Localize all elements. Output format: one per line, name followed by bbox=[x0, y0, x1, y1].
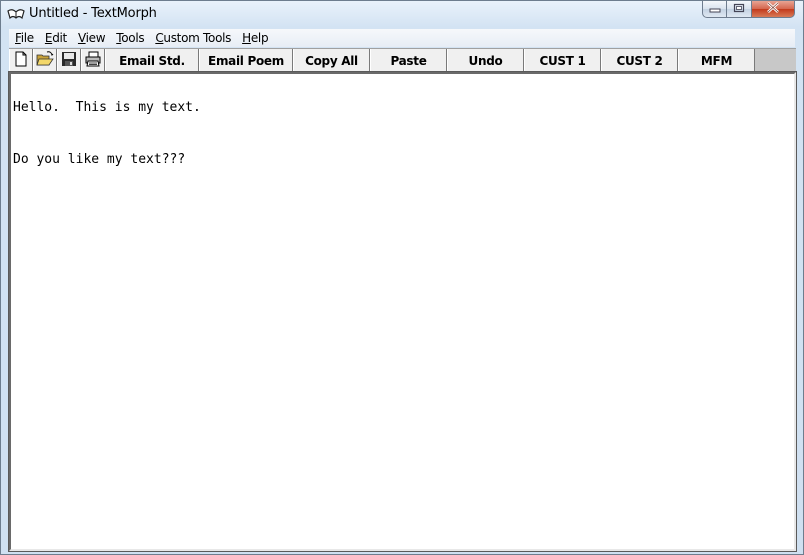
email-std-button[interactable]: Email Std. bbox=[105, 49, 199, 73]
maximize-icon bbox=[733, 0, 745, 18]
print-icon bbox=[84, 51, 102, 72]
menu-custom-tools-label: ustom Tools bbox=[163, 31, 232, 45]
paste-button[interactable]: Paste bbox=[370, 49, 447, 73]
undo-button[interactable]: Undo bbox=[447, 49, 524, 73]
print-button[interactable] bbox=[81, 49, 105, 73]
close-icon bbox=[766, 0, 780, 18]
book-icon bbox=[7, 7, 25, 21]
copy-all-button[interactable]: Copy All bbox=[293, 49, 370, 73]
menu-bar: File Edit View Tools Custom Tools Help bbox=[9, 29, 795, 47]
menu-help-accel: H bbox=[242, 31, 251, 45]
maximize-button[interactable] bbox=[727, 1, 752, 18]
toolbar: Email Std. Email Poem Copy All Paste Und… bbox=[9, 48, 796, 73]
new-file-button[interactable] bbox=[9, 49, 33, 73]
app-window: Untitled - TextMorph File Edit View Tool… bbox=[0, 0, 804, 555]
menu-file-label: ile bbox=[20, 31, 34, 45]
close-button[interactable] bbox=[752, 1, 795, 18]
menu-file[interactable]: File bbox=[9, 31, 39, 45]
open-folder-icon bbox=[36, 50, 54, 72]
open-file-button[interactable] bbox=[33, 49, 57, 73]
mfm-button[interactable]: MFM bbox=[678, 49, 755, 73]
menu-tools[interactable]: Tools bbox=[110, 31, 149, 45]
email-poem-button[interactable]: Email Poem bbox=[199, 49, 293, 73]
window-title: Untitled - TextMorph bbox=[29, 6, 157, 21]
save-file-button[interactable] bbox=[57, 49, 81, 73]
menu-view-label: iew bbox=[85, 31, 106, 45]
editor-content[interactable]: Hello. This is my text. Do you like my t… bbox=[13, 75, 201, 192]
save-disk-icon bbox=[61, 51, 77, 72]
menu-edit-label: dit bbox=[52, 31, 67, 45]
menu-help-label: elp bbox=[250, 31, 269, 45]
window-controls bbox=[702, 1, 795, 19]
new-file-icon bbox=[14, 51, 28, 72]
minimize-icon bbox=[709, 0, 721, 18]
minimize-button[interactable] bbox=[702, 1, 727, 18]
editor-line: Hello. This is my text. bbox=[13, 100, 201, 115]
cust-2-button[interactable]: CUST 2 bbox=[601, 49, 678, 73]
cust-1-button[interactable]: CUST 1 bbox=[524, 49, 601, 73]
menu-edit[interactable]: Edit bbox=[39, 31, 72, 45]
menu-tools-label: ools bbox=[121, 31, 145, 45]
title-bar[interactable]: Untitled - TextMorph bbox=[1, 1, 803, 27]
menu-help[interactable]: Help bbox=[236, 31, 273, 45]
editor-line: Do you like my text??? bbox=[13, 152, 186, 167]
menu-custom-tools[interactable]: Custom Tools bbox=[149, 31, 236, 45]
text-editor[interactable]: Hello. This is my text. Do you like my t… bbox=[8, 71, 797, 552]
menu-view[interactable]: View bbox=[72, 31, 110, 45]
menu-view-accel: V bbox=[77, 31, 86, 45]
